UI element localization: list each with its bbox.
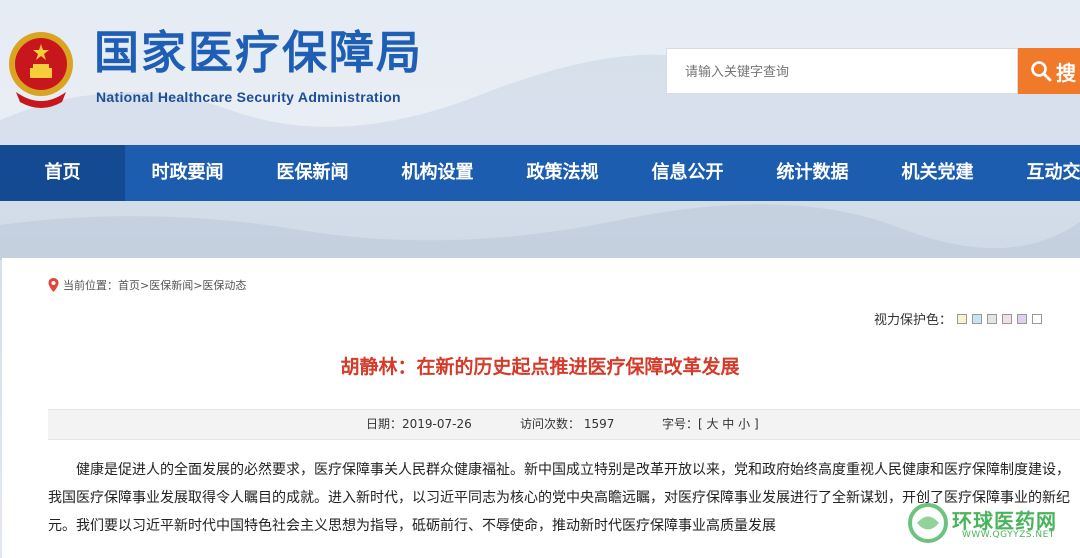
nav-item-party-building[interactable]: 机关党建 [875, 145, 1000, 201]
color-swatch-yellow[interactable] [957, 313, 968, 324]
nav-item-healthcare-news[interactable]: 医保新闻 [250, 145, 375, 201]
nav-item-interaction[interactable]: 互动交流 [1000, 145, 1080, 201]
article-title: 胡静林：在新的历史起点推进医疗保障改革发展 [340, 356, 740, 378]
nav-item-organization[interactable]: 机构设置 [375, 145, 500, 201]
search-button[interactable]: 搜 [1018, 48, 1080, 94]
font-size-control[interactable]: 字号：[ 大 中 小 ] [662, 410, 759, 439]
article-visits: 访问次数： 1597 [520, 417, 615, 431]
main-nav: 首页 时政要闻 医保新闻 机构设置 政策法规 信息公开 统计数据 机关党建 互动… [0, 145, 1080, 201]
nav-item-policies[interactable]: 政策法规 [500, 145, 625, 201]
eye-protection-colors: 视力保护色： [874, 309, 1043, 328]
watermark-url: WWW.QGYYZS.NET [962, 530, 1055, 540]
color-swatch-purple[interactable] [1017, 313, 1028, 324]
search-icon [1031, 61, 1052, 82]
location-pin-icon [48, 278, 59, 292]
site-subtitle: National Healthcare Security Administrat… [96, 89, 401, 105]
breadcrumb: 当前位置：首页>医保新闻>医保动态 [48, 277, 246, 293]
color-swatch-blue[interactable] [972, 313, 983, 324]
breadcrumb-text[interactable]: 当前位置：首页>医保新闻>医保动态 [63, 277, 246, 293]
search-button-label: 搜 [1056, 60, 1076, 85]
eye-protection-label: 视力保护色： [874, 313, 953, 328]
search-input[interactable] [666, 48, 1018, 94]
national-emblem-icon [9, 32, 73, 108]
article-date: 日期：2019-07-26 [366, 417, 472, 431]
color-swatch-pink[interactable] [1002, 313, 1013, 324]
color-swatch-gray[interactable] [987, 313, 998, 324]
color-swatch-white[interactable] [1032, 313, 1043, 324]
nav-item-information[interactable]: 信息公开 [625, 145, 750, 201]
article-meta: 日期：2019-07-26 访问次数： 1597 字号：[ 大 中 小 ] [48, 409, 1080, 440]
nav-item-statistics[interactable]: 统计数据 [750, 145, 875, 201]
watermark-logo-icon [908, 503, 948, 543]
site-title: 国家医疗保障局 [94, 26, 424, 79]
nav-item-politics-news[interactable]: 时政要闻 [125, 145, 250, 201]
nav-item-home[interactable]: 首页 [0, 145, 125, 201]
